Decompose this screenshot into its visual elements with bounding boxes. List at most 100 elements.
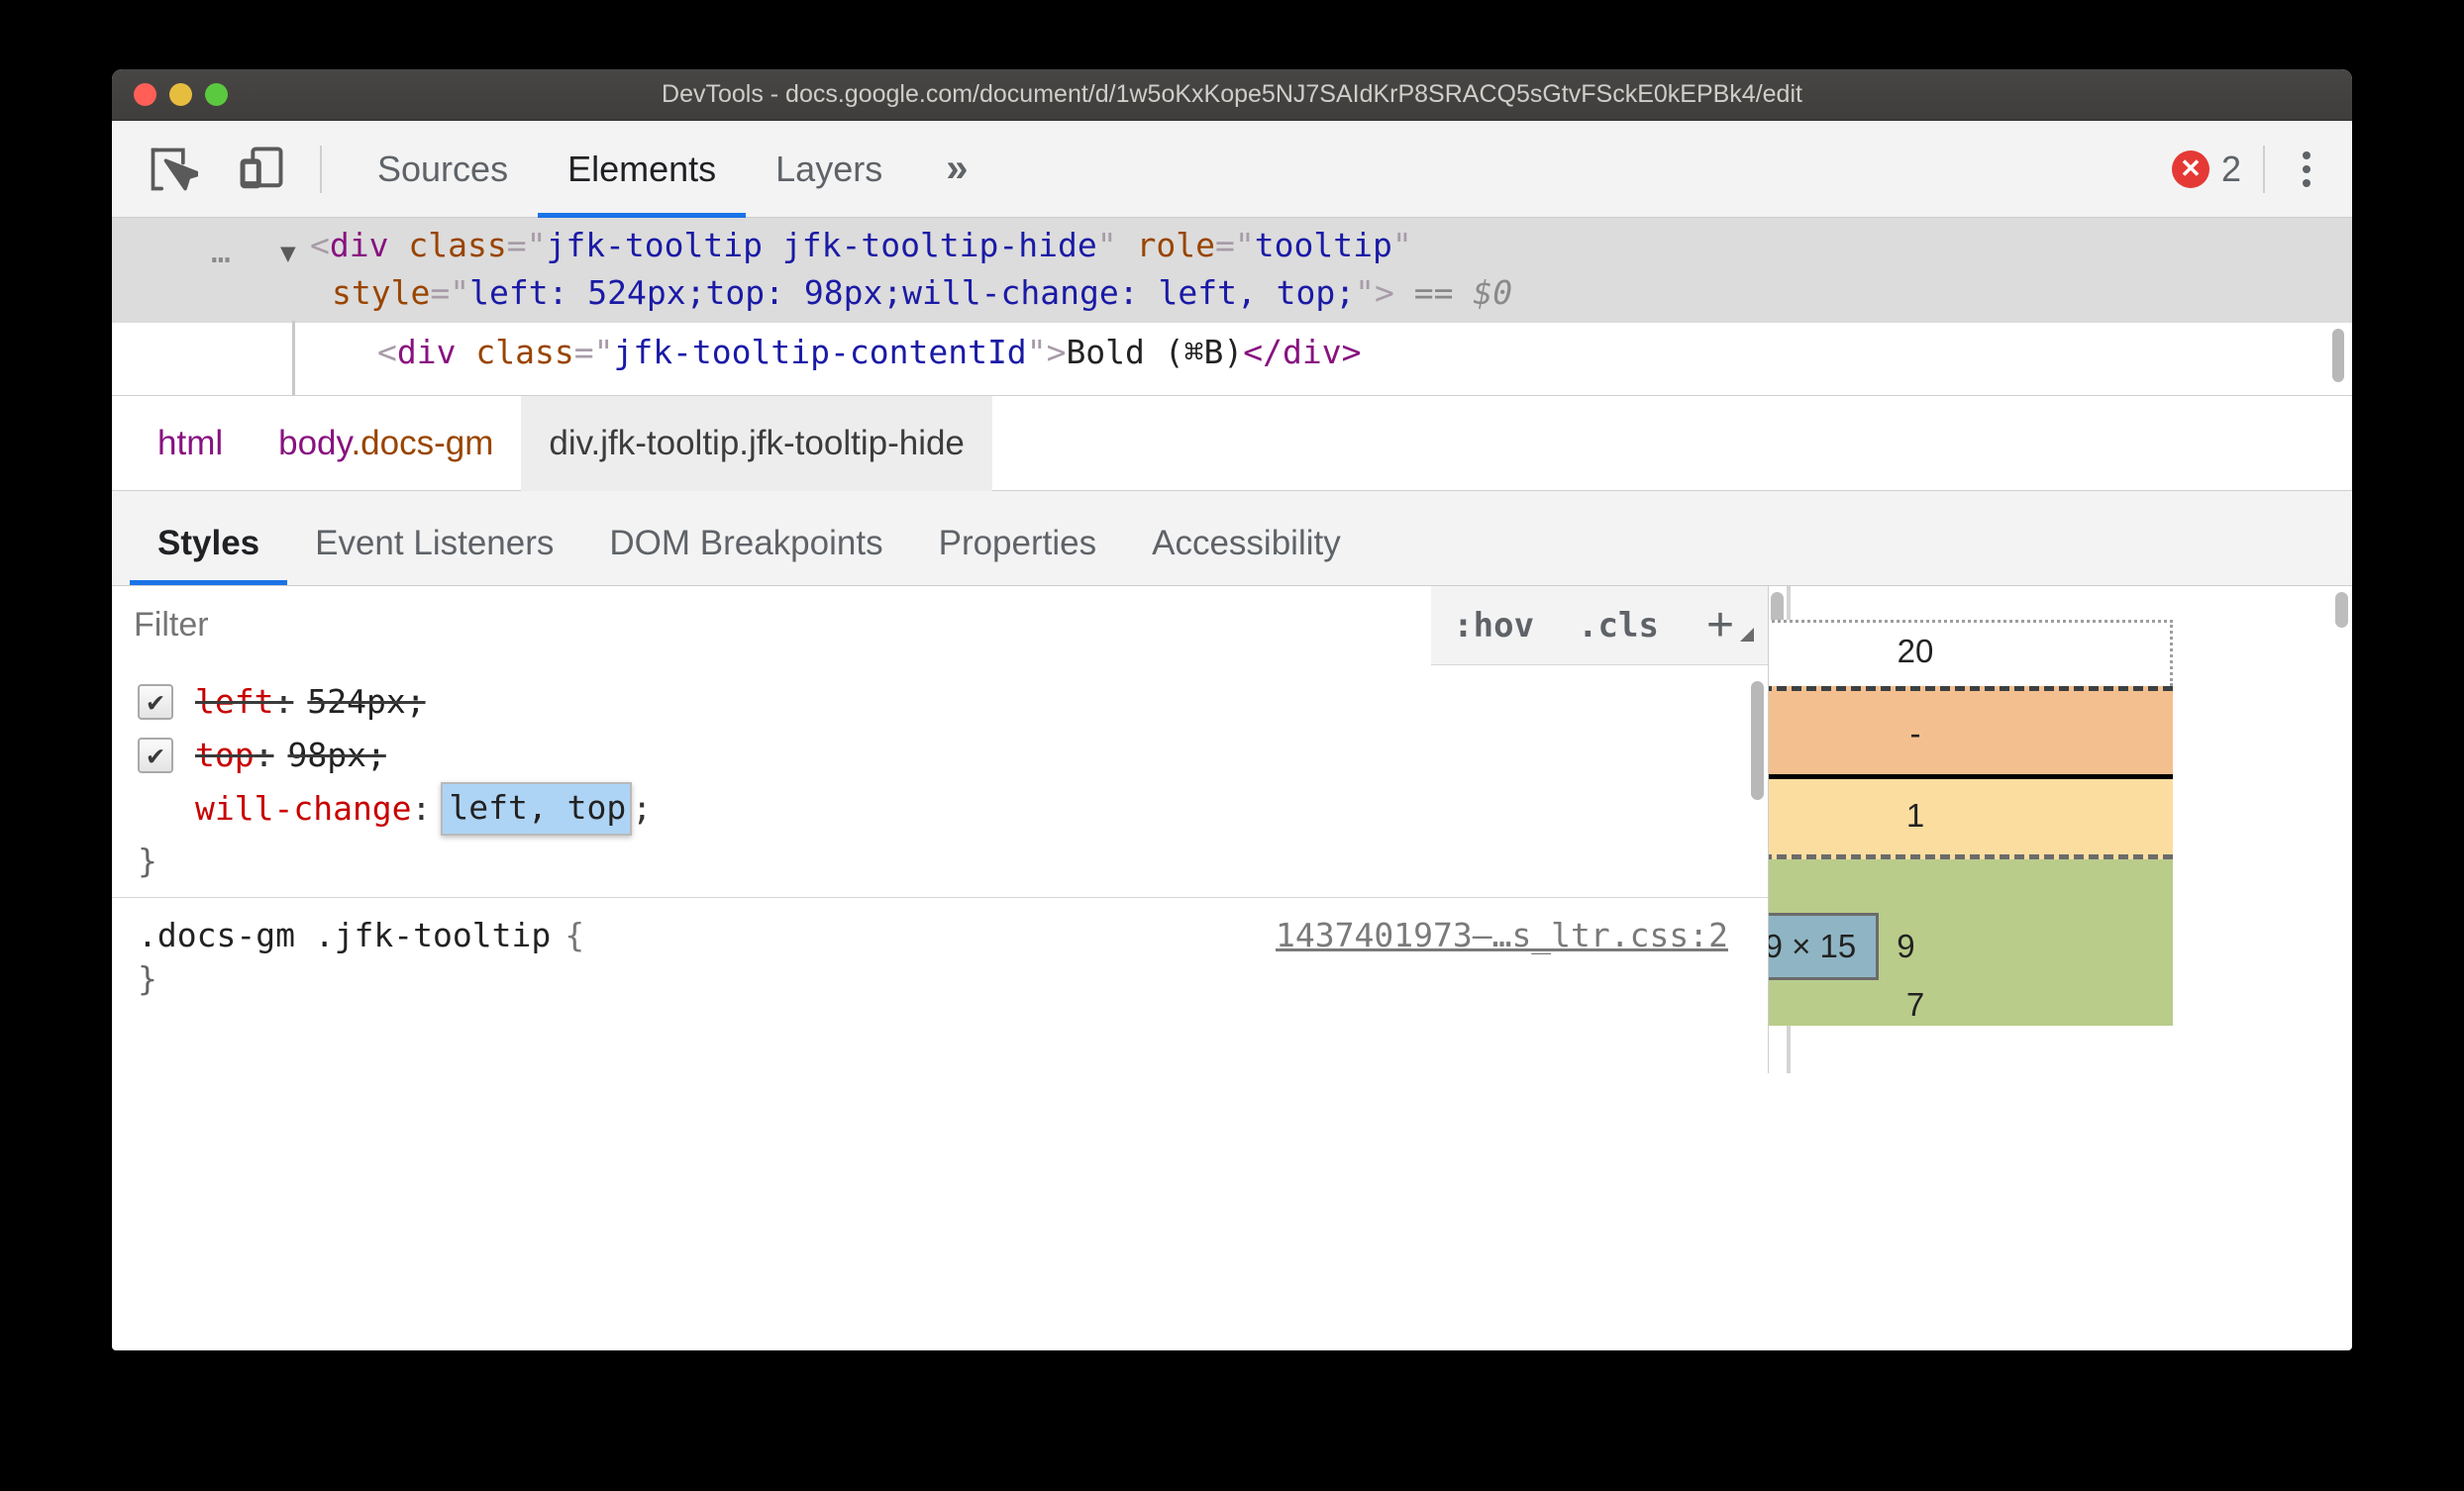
dom-dollar-zero: $0 (1473, 273, 1513, 312)
dom-attr-style: style (332, 273, 431, 312)
property-value-left[interactable]: 524px; (307, 680, 425, 724)
breadcrumb-item-html[interactable]: html (130, 396, 251, 491)
styles-filter-bar: :hov .cls + (112, 586, 1768, 665)
padding-right-value[interactable]: 9 (1879, 928, 1932, 965)
child-attr-eq: =" (573, 333, 614, 371)
box-model-diagram: 20 - 1 ding 7 55.219 × 15 9 7 (1769, 600, 2173, 1026)
tab-dom-breakpoints[interactable]: DOM Breakpoints (581, 524, 910, 585)
dom-child-node[interactable]: <div class="jfk-tooltip-contentId">Bold … (112, 321, 2352, 395)
property-name-top[interactable]: top (195, 734, 255, 777)
error-x-icon: ✕ (2171, 149, 2209, 188)
maximize-window-button[interactable] (205, 83, 228, 106)
styles-pane-scrollbar[interactable] (1751, 681, 1764, 800)
dom-attr-eq-1: =" (506, 226, 547, 264)
tab-layers[interactable]: Layers (746, 121, 912, 218)
stylesheet-origin-link[interactable]: 1437401973–…s_ltr.css:2 (1276, 914, 1742, 957)
css-rules-list: ✔ left:524px; ✔ top:98px; will-change: le… (112, 665, 1768, 1001)
tab-accessibility[interactable]: Accessibility (1124, 524, 1369, 585)
styles-pane: :hov .cls + ✔ left:524px; ✔ top:98px; (112, 586, 1769, 1073)
property-name-will-change[interactable]: will-change (195, 787, 412, 831)
dom-attr-role-value: tooltip (1254, 226, 1392, 264)
css-open-brace: { (565, 916, 585, 954)
minimize-window-button[interactable] (169, 83, 192, 106)
property-colon-left: : (273, 682, 294, 721)
child-text-content: Bold (⌘B) (1066, 333, 1244, 371)
dom-tree-panel[interactable]: … ▼ <div class="jfk-tooltip jfk-tooltip-… (112, 218, 2352, 396)
breadcrumb-body-class: .docs-gm (351, 423, 494, 462)
dom-attr-quote-2: " (1355, 273, 1376, 312)
dom-space-1 (1117, 226, 1137, 264)
css-selector[interactable]: .docs-gm .jfk-tooltip (138, 914, 551, 957)
tab-properties[interactable]: Properties (911, 524, 1125, 585)
devtools-toolbar: Sources Elements Layers » ✕ 2 (112, 121, 2352, 218)
padding-bottom-value[interactable]: 7 (1769, 980, 2173, 1024)
dom-tag-name: div (329, 226, 389, 264)
styles-area: :hov .cls + ✔ left:524px; ✔ top:98px; (112, 586, 2352, 1073)
css-rule-closing-brace: } (138, 959, 157, 998)
property-value-editor[interactable]: left, top (441, 782, 633, 836)
box-model-scrollbar[interactable] (2335, 592, 2348, 628)
error-badge[interactable]: ✕ 2 (2171, 149, 2241, 190)
breadcrumb: html body.docs-gm div.jfk-tooltip.jfk-to… (112, 395, 2352, 491)
border-value[interactable]: 1 (1769, 797, 2173, 835)
property-name-left[interactable]: left (195, 680, 273, 724)
declaration-checkbox-left[interactable]: ✔ (138, 684, 173, 720)
breadcrumb-html-tag: html (157, 423, 224, 462)
declaration-will-change[interactable]: will-change: left, top; (112, 782, 1768, 836)
child-attr-class: class (475, 333, 574, 371)
dom-selected-node[interactable]: … ▼ <div class="jfk-tooltip jfk-tooltip-… (112, 218, 2352, 323)
dom-angle-close: > (1375, 273, 1394, 312)
filter-input[interactable] (112, 586, 1432, 665)
add-rule-caret-icon[interactable] (1740, 627, 1754, 642)
tab-styles[interactable]: Styles (130, 524, 288, 585)
window-titlebar: DevTools - docs.google.com/document/d/1w… (112, 69, 2352, 121)
dom-attr-quote-1: " (1096, 226, 1117, 264)
add-rule-button[interactable]: + (1681, 598, 1768, 651)
element-style-closing-brace: } (138, 842, 157, 880)
device-toolbar-icon[interactable] (229, 139, 294, 200)
declaration-top[interactable]: ✔ top:98px; (112, 733, 1768, 778)
box-model-margin[interactable]: 20 (1769, 620, 2173, 686)
breadcrumb-item-body[interactable]: body.docs-gm (251, 396, 521, 491)
toolbar-divider (320, 145, 322, 193)
tab-sources[interactable]: Sources (348, 121, 538, 218)
inspect-element-icon[interactable] (140, 139, 205, 200)
dom-ellipsis-icon[interactable]: … (211, 228, 233, 275)
more-tabs-icon[interactable]: » (912, 147, 1001, 191)
margin-top-value[interactable]: 20 (1769, 633, 2170, 670)
cls-button[interactable]: .cls (1556, 606, 1681, 646)
plus-icon: + (1705, 598, 1734, 651)
content-size-value[interactable]: 55.219 × 15 (1769, 913, 1880, 980)
declaration-checkbox-top[interactable]: ✔ (138, 738, 173, 773)
dom-attr-quote-role: " (1391, 226, 1412, 264)
child-space (456, 333, 475, 371)
child-angle-close: > (1046, 333, 1067, 371)
close-window-button[interactable] (134, 83, 156, 106)
tab-event-listeners[interactable]: Event Listeners (287, 524, 581, 585)
dom-attr-class-name (388, 226, 408, 264)
angle-open: < (310, 226, 330, 264)
expand-triangle-icon[interactable]: ▼ (280, 230, 296, 277)
kebab-menu-icon[interactable] (2287, 150, 2326, 187)
property-colon-top: : (254, 736, 274, 774)
tab-elements[interactable]: Elements (538, 121, 747, 218)
declaration-checkbox-will-change[interactable] (138, 791, 173, 827)
declaration-left[interactable]: ✔ left:524px; (112, 679, 1768, 725)
dom-attr-role: role (1136, 226, 1215, 264)
breadcrumb-item-div-selected[interactable]: div.jfk-tooltip.jfk-tooltip-hide (521, 395, 992, 491)
box-model-border[interactable]: - (1769, 686, 2173, 779)
devtools-window: DevTools - docs.google.com/document/d/1w… (112, 69, 2352, 1350)
padding-top-value[interactable]: ding 7 (1769, 867, 2173, 905)
dom-tree-scrollbar[interactable] (2332, 329, 2344, 382)
property-value-top[interactable]: 98px; (287, 734, 385, 777)
box-model-padding[interactable]: 1 (1769, 779, 2173, 859)
dom-attr-class-value: jfk-tooltip jfk-tooltip-hide (546, 226, 1097, 264)
child-tag-name: div (396, 333, 457, 371)
margin-side-value[interactable]: - (1769, 715, 2173, 752)
box-model-content-area[interactable]: ding 7 55.219 × 15 9 7 (1769, 859, 2173, 1026)
dom-equals-marker: == (1413, 273, 1454, 312)
box-model-content-row: 55.219 × 15 9 (1769, 913, 2173, 980)
hov-button[interactable]: :hov (1431, 606, 1556, 646)
child-attr-quote: " (1026, 333, 1047, 371)
dom-attr-eq-role: =" (1214, 226, 1255, 264)
